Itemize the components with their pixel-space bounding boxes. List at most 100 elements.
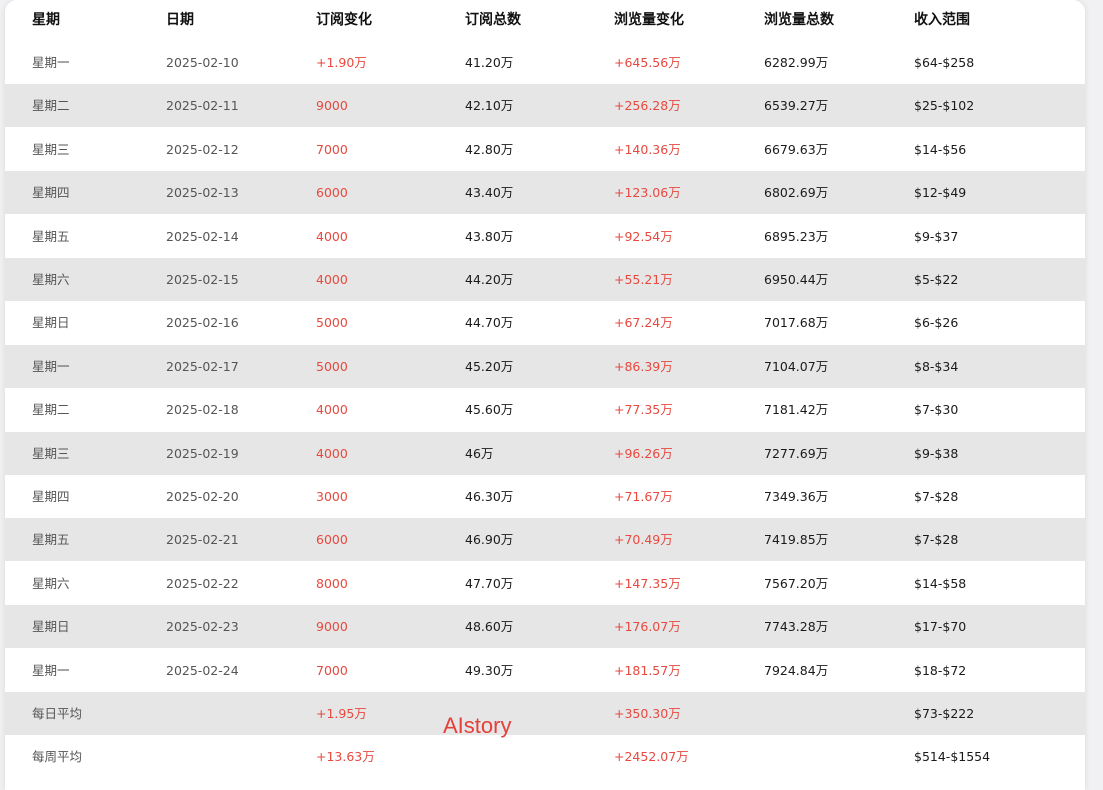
sub-total-cell: 43.80万 [465, 229, 514, 244]
view-change-cell: +92.54万 [614, 229, 673, 244]
table-row: 星期五 2025-02-14 4000 43.80万 +92.54万 6895.23万 $9… [5, 215, 1085, 258]
watermark-logo: AIstory [443, 713, 512, 738]
view-total-cell: 6282.99万 [764, 55, 829, 70]
sub-change-cell: 4000 [316, 272, 348, 287]
sub-total-cell: 41.20万 [465, 55, 514, 70]
weekday-cell: 星期六 [32, 272, 70, 287]
view-total-cell: 7743.28万 [764, 619, 829, 634]
summary-view-change: +2452.07万 [614, 749, 689, 764]
weekday-cell: 星期二 [32, 98, 70, 113]
table-row: 星期日 2025-02-16 5000 44.70万 +67.24万 7017.68万 $6… [5, 301, 1085, 344]
view-change-cell: +181.57万 [614, 663, 681, 678]
sub-total-cell: 47.70万 [465, 576, 514, 591]
income-cell: $9-$37 [914, 229, 959, 244]
sub-change-cell: 9000 [316, 619, 348, 634]
sub-change-cell: 7000 [316, 142, 348, 157]
summary-income: $514-$1554 [914, 749, 991, 764]
summary-view-change: +350.30万 [614, 706, 681, 721]
weekday-cell: 星期二 [32, 402, 70, 417]
date-cell: 2025-02-24 [166, 663, 239, 678]
sub-change-cell: 6000 [316, 185, 348, 200]
view-total-cell: 7567.20万 [764, 576, 829, 591]
summary-income: $73-$222 [914, 706, 975, 721]
date-cell: 2025-02-12 [166, 142, 239, 157]
income-cell: $7-$28 [914, 489, 959, 504]
weekday-cell: 星期五 [32, 229, 70, 244]
view-total-cell: 6802.69万 [764, 185, 829, 200]
income-cell: $18-$72 [914, 663, 967, 678]
view-total-cell: 7419.85万 [764, 532, 829, 547]
view-total-cell: 7104.07万 [764, 359, 829, 374]
income-cell: $7-$28 [914, 532, 959, 547]
date-cell: 2025-02-22 [166, 576, 239, 591]
table-row: 星期四 2025-02-13 6000 43.40万 +123.06万 6802.69万 $… [5, 171, 1085, 214]
table-row: 星期二 2025-02-11 9000 42.10万 +256.28万 6539.27万 $… [5, 84, 1085, 127]
date-cell: 2025-02-10 [166, 55, 239, 70]
header-view-total[interactable]: 浏览量总数 [764, 0, 834, 40]
summary-row: 每日平均 +1.95万 +350.30万 $73-$222 [5, 692, 1085, 735]
weekday-cell: 星期四 [32, 489, 70, 504]
income-cell: $9-$38 [914, 446, 959, 461]
sub-change-cell: 5000 [316, 359, 348, 374]
date-cell: 2025-02-15 [166, 272, 239, 287]
header-date[interactable]: 日期 [166, 0, 194, 40]
sub-total-cell: 49.30万 [465, 663, 514, 678]
income-cell: $12-$49 [914, 185, 967, 200]
header-weekday[interactable]: 星期 [32, 0, 60, 40]
view-change-cell: +70.49万 [614, 532, 673, 547]
weekday-cell: 星期一 [32, 55, 70, 70]
sub-change-cell: 9000 [316, 98, 348, 113]
table-row: 星期六 2025-02-22 8000 47.70万 +147.35万 7567.20万 $… [5, 562, 1085, 605]
table-row: 星期四 2025-02-20 3000 46.30万 +71.67万 7349.36万 $7… [5, 475, 1085, 518]
weekday-cell: 星期日 [32, 315, 70, 330]
sub-total-cell: 43.40万 [465, 185, 514, 200]
date-cell: 2025-02-23 [166, 619, 239, 634]
view-change-cell: +123.06万 [614, 185, 681, 200]
date-cell: 2025-02-17 [166, 359, 239, 374]
date-cell: 2025-02-13 [166, 185, 239, 200]
sub-total-cell: 46.30万 [465, 489, 514, 504]
sub-change-cell: +1.90万 [316, 55, 367, 70]
table-row: 星期二 2025-02-18 4000 45.60万 +77.35万 7181.42万 $7… [5, 388, 1085, 431]
sub-change-cell: 5000 [316, 315, 348, 330]
stats-table: 星期 日期 订阅变化 订阅总数 浏览量变化 浏览量总数 收入范围 星期一 2025… [5, 0, 1085, 790]
date-cell: 2025-02-14 [166, 229, 239, 244]
header-income[interactable]: 收入范围 [914, 0, 970, 40]
view-change-cell: +55.21万 [614, 272, 673, 287]
weekday-cell: 星期日 [32, 619, 70, 634]
view-total-cell: 6895.23万 [764, 229, 829, 244]
income-cell: $25-$102 [914, 98, 975, 113]
weekday-cell: 星期一 [32, 663, 70, 678]
income-cell: $5-$22 [914, 272, 959, 287]
income-cell: $64-$258 [914, 55, 975, 70]
header-sub-change[interactable]: 订阅变化 [316, 0, 372, 40]
summary-sub-change: +1.95万 [316, 706, 367, 721]
sub-total-cell: 46.90万 [465, 532, 514, 547]
weekday-cell: 星期三 [32, 142, 70, 157]
view-change-cell: +86.39万 [614, 359, 673, 374]
sub-total-cell: 44.70万 [465, 315, 514, 330]
summary-label: 每周平均 [32, 749, 83, 764]
view-change-cell: +71.67万 [614, 489, 673, 504]
weekday-cell: 星期三 [32, 446, 70, 461]
income-cell: $7-$30 [914, 402, 959, 417]
table-row: 星期三 2025-02-19 4000 46万 +96.26万 7277.69万 $9-$3… [5, 432, 1085, 475]
header-view-change[interactable]: 浏览量变化 [614, 0, 684, 40]
view-change-cell: +67.24万 [614, 315, 673, 330]
income-cell: $8-$34 [914, 359, 959, 374]
weekday-cell: 星期一 [32, 359, 70, 374]
view-total-cell: 6950.44万 [764, 272, 829, 287]
date-cell: 2025-02-20 [166, 489, 239, 504]
date-cell: 2025-02-21 [166, 532, 239, 547]
view-change-cell: +256.28万 [614, 98, 681, 113]
header-sub-total[interactable]: 订阅总数 [465, 0, 521, 40]
summary-row: 每周平均 +13.63万 +2452.07万 $514-$1554 [5, 735, 1085, 778]
sub-change-cell: 4000 [316, 229, 348, 244]
weekday-cell: 星期四 [32, 185, 70, 200]
income-cell: $14-$56 [914, 142, 967, 157]
sub-change-cell: 6000 [316, 532, 348, 547]
date-cell: 2025-02-11 [166, 98, 239, 113]
table-row: 星期六 2025-02-15 4000 44.20万 +55.21万 6950.44万 $5… [5, 258, 1085, 301]
sub-total-cell: 42.10万 [465, 98, 514, 113]
table-row: 星期一 2025-02-10 +1.90万 41.20万 +645.56万 6282.99… [5, 41, 1085, 84]
